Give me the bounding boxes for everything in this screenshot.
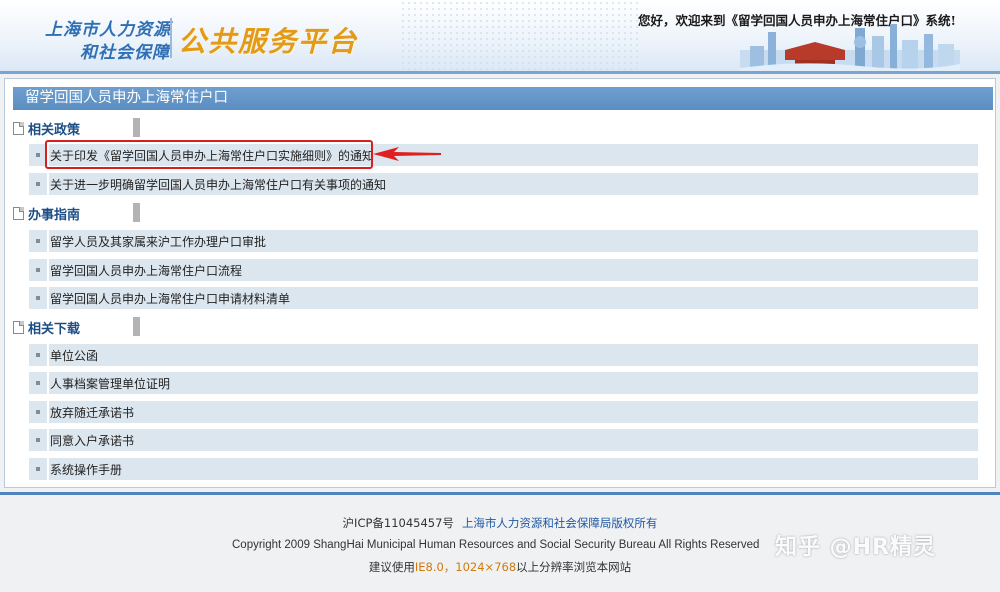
- logo-line-1: 上海市人力资源: [45, 20, 171, 40]
- list-item-guide-1[interactable]: 留学人员及其家属来沪工作办理户口审批: [29, 230, 978, 252]
- bullet: [36, 239, 40, 243]
- zhihu-watermark: 知乎 @HR精灵: [775, 535, 937, 560]
- platform-logo: 公共服务平台: [178, 25, 359, 58]
- bullet: [36, 153, 40, 157]
- list-item-link[interactable]: 人事档案管理单位证明: [50, 375, 170, 392]
- section-label: 相关下载: [28, 321, 81, 337]
- list-item-download-1[interactable]: 单位公函: [29, 344, 978, 366]
- bullet: [36, 182, 40, 186]
- section-label: 相关政策: [28, 122, 81, 138]
- annotation-arrow-icon: [373, 147, 441, 161]
- list-item-policy-2[interactable]: 关于进一步明确留学回国人员申办上海常住户口有关事项的通知: [29, 173, 978, 195]
- icp-number: 沪ICP备11045457号: [342, 516, 454, 530]
- section-bar-decoration: [133, 317, 140, 336]
- list-item-link[interactable]: 留学回国人员申办上海常住户口申请材料清单: [50, 290, 290, 307]
- logo-divider: [170, 18, 172, 58]
- copyright-text: Copyright 2009 ShangHai Municipal Human …: [232, 539, 760, 551]
- bullet: [36, 467, 40, 471]
- document-icon: [13, 121, 24, 135]
- section-guide-header: 办事指南: [13, 203, 140, 223]
- list-item-download-3[interactable]: 放弃随迁承诺书: [29, 401, 978, 423]
- list-item-download-5[interactable]: 系统操作手册: [29, 458, 978, 480]
- bullet: [36, 438, 40, 442]
- list-item-download-2[interactable]: 人事档案管理单位证明: [29, 372, 978, 394]
- bullet: [36, 381, 40, 385]
- world-map-decoration: [400, 0, 640, 70]
- document-icon: [13, 206, 24, 220]
- skyline-illustration: [740, 24, 960, 71]
- panel-title: 留学回国人员申办上海常住户口: [13, 87, 993, 110]
- section-policy-header: 相关政策: [13, 118, 140, 138]
- document-icon: [13, 320, 24, 334]
- copyright-owner-link[interactable]: 上海市人力资源和社会保障局版权所有: [462, 516, 658, 530]
- browser-recommendation: 建议使用IE8.0，1024×768以上分辨率浏览本网站: [368, 560, 632, 574]
- list-item-link[interactable]: 同意入户承诺书: [50, 432, 134, 449]
- section-bar-decoration: [133, 118, 140, 137]
- bullet: [36, 268, 40, 272]
- bullet: [36, 296, 40, 300]
- list-item-link[interactable]: 留学回国人员申办上海常住户口流程: [50, 262, 242, 279]
- browser-version-highlight: IE8.0，1024×768: [414, 560, 517, 574]
- list-item-link[interactable]: 留学人员及其家属来沪工作办理户口审批: [50, 233, 266, 250]
- site-header: 上海市人力资源 和社会保障 公共服务平台 您好，欢迎来到《留学回国人员申办上海常…: [0, 0, 1000, 74]
- list-item-link[interactable]: 系统操作手册: [50, 461, 122, 478]
- logo-line-2: 和社会保障: [80, 43, 170, 63]
- bullet: [36, 353, 40, 357]
- list-item-link[interactable]: 放弃随迁承诺书: [50, 404, 134, 421]
- annotation-highlight-box: [45, 140, 373, 169]
- bullet: [36, 410, 40, 414]
- list-item-download-4[interactable]: 同意入户承诺书: [29, 429, 978, 451]
- section-download-header: 相关下载: [13, 317, 140, 337]
- list-item-link[interactable]: 关于进一步明确留学回国人员申办上海常住户口有关事项的通知: [50, 176, 386, 193]
- list-item-guide-3[interactable]: 留学回国人员申办上海常住户口申请材料清单: [29, 287, 978, 309]
- list-item-link[interactable]: 单位公函: [50, 347, 98, 364]
- list-item-guide-2[interactable]: 留学回国人员申办上海常住户口流程: [29, 259, 978, 281]
- section-label: 办事指南: [28, 207, 81, 223]
- section-bar-decoration: [133, 203, 140, 222]
- site-footer: 沪ICP备11045457号 上海市人力资源和社会保障局版权所有 Copyrigh…: [0, 495, 1000, 592]
